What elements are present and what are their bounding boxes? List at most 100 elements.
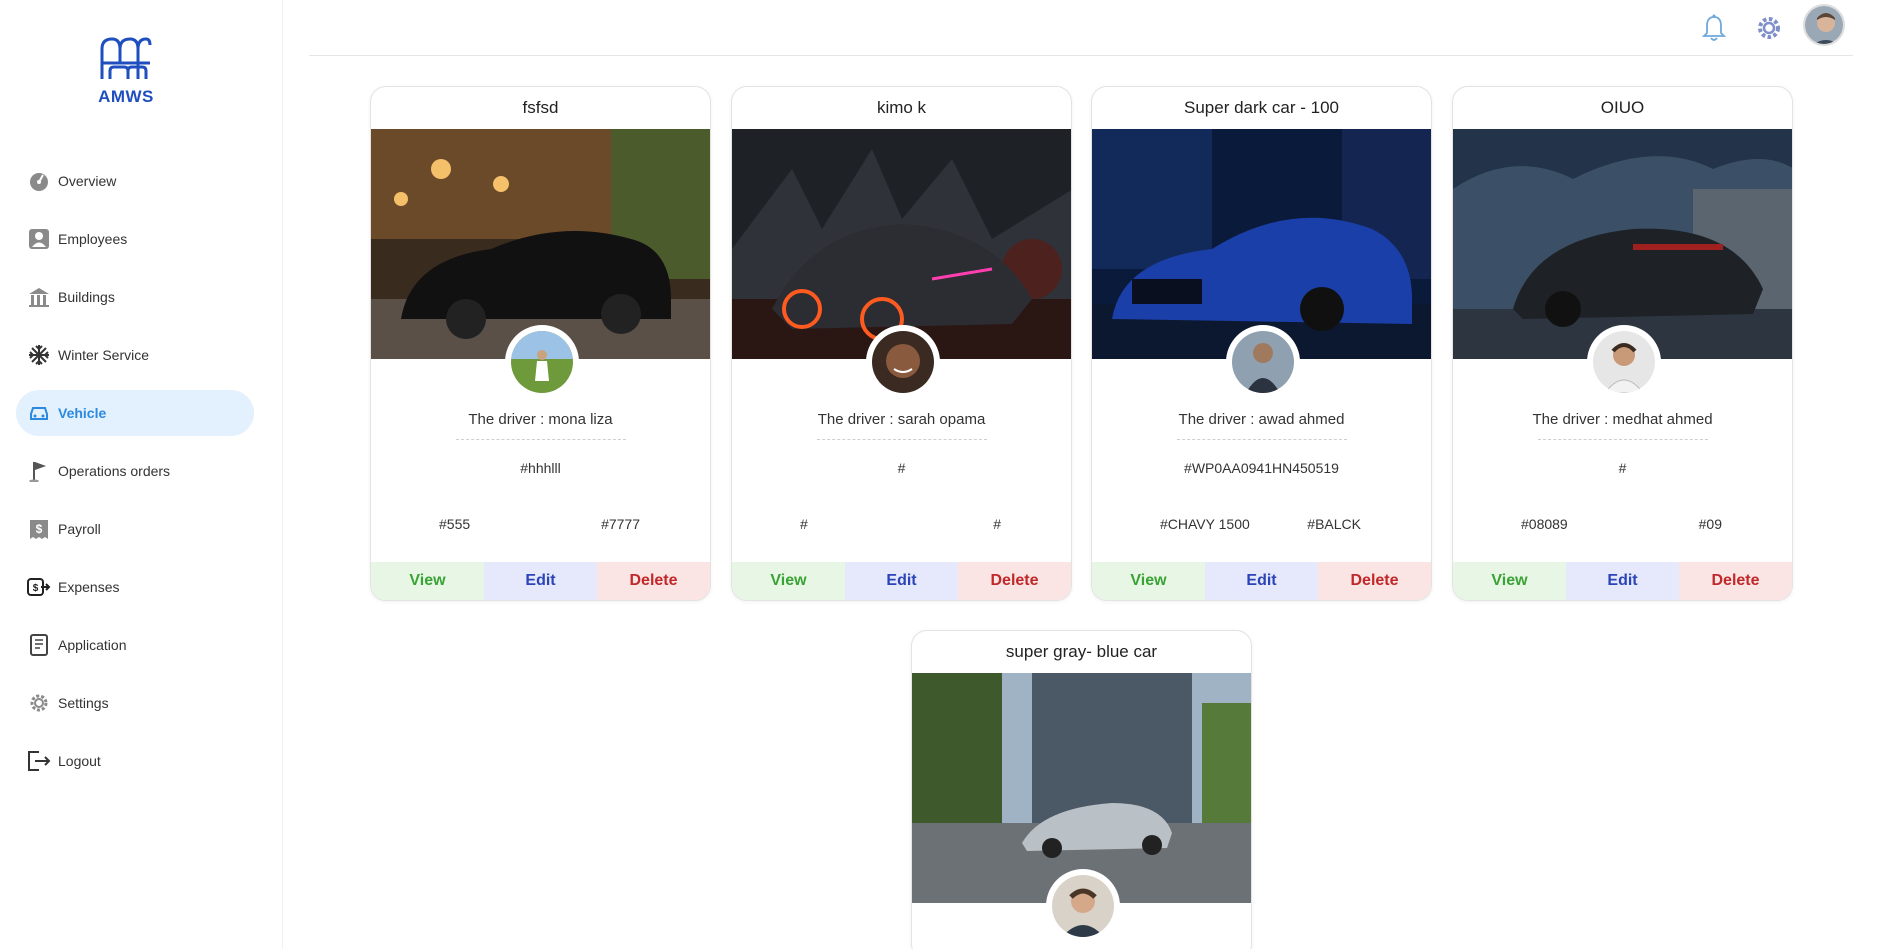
divider <box>1537 439 1708 440</box>
card-actions: View Edit Delete <box>1453 562 1792 600</box>
view-button[interactable]: View <box>371 562 484 600</box>
sidebar-item-settings[interactable]: Settings <box>16 680 254 726</box>
driver-photo <box>1587 325 1661 399</box>
vehicle-color: # <box>993 516 1001 532</box>
sidebar-item-label: Operations orders <box>58 463 171 479</box>
driver-photo <box>1046 869 1120 943</box>
vehicle-model: #CHAVY 1500 <box>1160 516 1250 532</box>
divider <box>1176 439 1347 440</box>
vehicle-grid: fsfsd The driver : mona liza #hhhlll #55… <box>283 0 1879 949</box>
vehicle-photo <box>912 673 1251 943</box>
card-actions: View Edit Delete <box>732 562 1071 600</box>
vehicle-card: kimo k The driver : sarah opama # # # Vi… <box>731 86 1072 601</box>
vehicle-color: #BALCK <box>1307 516 1361 532</box>
document-icon <box>26 632 52 658</box>
vehicle-photo <box>1453 129 1792 399</box>
amws-logo-icon <box>100 37 152 79</box>
sidebar: AMWS Overview Employees Buildings Winter… <box>0 0 283 949</box>
snowflake-icon <box>26 342 52 368</box>
vehicle-plate: # <box>897 460 906 476</box>
vehicle-photo <box>371 129 710 399</box>
sidebar-item-label: Vehicle <box>58 405 107 421</box>
delete-button[interactable]: Delete <box>958 562 1071 600</box>
card-actions: View Edit Delete <box>371 562 710 600</box>
sidebar-item-label: Overview <box>58 173 117 189</box>
delete-button[interactable]: Delete <box>597 562 710 600</box>
logout-icon <box>26 748 52 774</box>
vehicle-specs: #08089 #09 <box>1453 516 1792 536</box>
vehicle-plate: # <box>1618 460 1627 476</box>
vehicle-color: #09 <box>1698 516 1722 532</box>
vehicle-specs: #555 #7777 <box>371 516 710 536</box>
edit-button[interactable]: Edit <box>1566 562 1679 600</box>
sidebar-item-vehicle[interactable]: Vehicle <box>16 390 254 436</box>
sidebar-item-application[interactable]: Application <box>16 622 254 668</box>
vehicle-plate: #WP0AA0941HN450519 <box>1184 460 1339 476</box>
divider <box>816 439 987 440</box>
sidebar-item-label: Application <box>58 637 127 653</box>
vehicle-model: #08089 <box>1521 516 1568 532</box>
vehicle-title: OIUO <box>1600 98 1645 117</box>
vehicle-title: kimo k <box>876 98 927 117</box>
sidebar-item-payroll[interactable]: $ Payroll <box>16 506 254 552</box>
vehicle-plate: #hhhlll <box>520 460 561 476</box>
sidebar-item-label: Settings <box>58 695 109 711</box>
vehicle-color: #7777 <box>601 516 640 532</box>
svg-text:$: $ <box>33 583 39 594</box>
svg-text:$: $ <box>36 522 43 536</box>
vehicle-card: OIUO The driver : medhat ahmed # #08089 … <box>1452 86 1793 601</box>
view-button[interactable]: View <box>1453 562 1566 600</box>
brand-name: AMWS <box>98 87 154 106</box>
vehicle-card: fsfsd The driver : mona liza #hhhlll #55… <box>370 86 711 601</box>
edit-button[interactable]: Edit <box>484 562 597 600</box>
sidebar-item-label: Expenses <box>58 579 120 595</box>
sidebar-item-label: Payroll <box>58 521 101 537</box>
driver-photo <box>505 325 579 399</box>
flag-icon <box>26 458 52 484</box>
vehicle-specs: # # <box>732 516 1071 536</box>
card-actions: View Edit Delete <box>1092 562 1431 600</box>
sidebar-item-label: Winter Service <box>58 347 150 363</box>
driver-name: The driver : mona liza <box>468 411 613 428</box>
vehicle-model: # <box>800 516 808 532</box>
edit-button[interactable]: Edit <box>845 562 958 600</box>
vehicle-title: fsfsd <box>522 98 559 117</box>
main-content: fsfsd The driver : mona liza #hhhlll #55… <box>283 0 1879 949</box>
vehicle-photo <box>1092 129 1431 399</box>
vehicle-specs: #CHAVY 1500 #BALCK <box>1092 516 1431 536</box>
sidebar-item-expenses[interactable]: $ Expenses <box>16 564 254 610</box>
brand-logo[interactable]: AMWS <box>92 33 160 107</box>
vehicle-card: Super dark car - 100 The driver : awad a… <box>1091 86 1432 601</box>
delete-button[interactable]: Delete <box>1679 562 1792 600</box>
sidebar-nav: Overview Employees Buildings Winter Serv… <box>16 158 254 796</box>
vehicle-title: super gray- blue car <box>1005 642 1158 661</box>
vehicle-card: super gray- blue car <box>911 630 1252 949</box>
sidebar-item-buildings[interactable]: Buildings <box>16 274 254 320</box>
gear-icon <box>26 690 52 716</box>
sidebar-item-operations-orders[interactable]: Operations orders <box>16 448 254 494</box>
sidebar-item-label: Logout <box>58 753 101 769</box>
sidebar-item-logout[interactable]: Logout <box>16 738 254 784</box>
vehicle-photo <box>732 129 1071 399</box>
building-icon <box>26 284 52 310</box>
divider <box>455 439 626 440</box>
sidebar-item-winter-service[interactable]: Winter Service <box>16 332 254 378</box>
user-icon <box>26 226 52 252</box>
sidebar-item-overview[interactable]: Overview <box>16 158 254 204</box>
driver-name: The driver : sarah opama <box>817 411 986 428</box>
driver-photo <box>1226 325 1300 399</box>
vehicle-model: #555 <box>439 516 471 532</box>
sidebar-item-label: Buildings <box>58 289 115 305</box>
dollar-receipt-icon: $ <box>26 516 52 542</box>
view-button[interactable]: View <box>732 562 845 600</box>
edit-button[interactable]: Edit <box>1205 562 1318 600</box>
sidebar-item-employees[interactable]: Employees <box>16 216 254 262</box>
car-icon <box>26 400 52 426</box>
sidebar-item-label: Employees <box>58 231 128 247</box>
delete-button[interactable]: Delete <box>1318 562 1431 600</box>
driver-name: The driver : medhat ahmed <box>1532 411 1713 428</box>
vehicle-title: Super dark car - 100 <box>1184 98 1339 117</box>
driver-photo <box>866 325 940 399</box>
gauge-icon <box>26 168 52 194</box>
view-button[interactable]: View <box>1092 562 1205 600</box>
